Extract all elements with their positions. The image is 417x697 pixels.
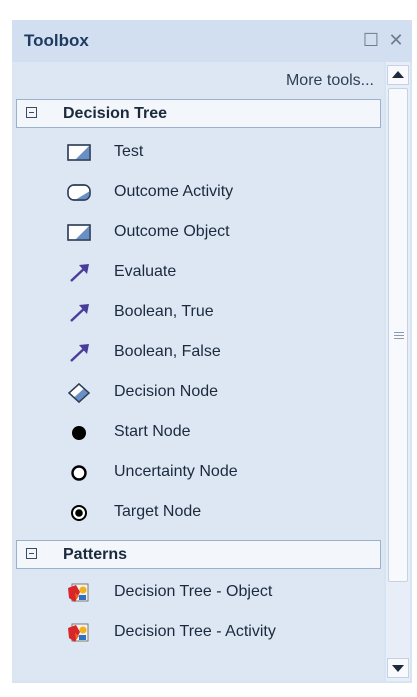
item-label: Start Node [114,423,191,440]
toolbox-item-decision-tree-activity[interactable]: Decision Tree - Activity [12,613,384,653]
panel-title: Toolbox [24,31,89,50]
arrow-icon [70,264,89,282]
toolbox-item-outcome-activity[interactable]: Outcome Activity [12,173,384,213]
group-label: Decision Tree [63,105,168,122]
item-label: Outcome Object [114,223,230,240]
scroll-down-arrow-icon[interactable] [387,658,409,678]
item-label: Evaluate [114,263,177,280]
scroll-up-arrow-icon[interactable] [387,65,409,85]
rounded-rectangle-icon [67,184,91,201]
item-label: Target Node [114,503,202,520]
pattern-icon [68,623,89,642]
toolbox-item-start-node[interactable]: Start Node [12,413,384,453]
toolbox-item-evaluate[interactable]: Evaluate [12,253,384,293]
toolbox-item-uncertainty-node[interactable]: Uncertainty Node [12,453,384,493]
item-label: Decision Tree - Activity [114,623,276,640]
group-label: Patterns [63,546,128,563]
vertical-scrollbar[interactable] [386,62,410,681]
toolbox-item-target-node[interactable]: Target Node [12,493,384,533]
arrow-icon [70,304,89,322]
pattern-icon [68,583,89,602]
rectangle-shaded-icon [67,144,91,161]
item-label: Outcome Activity [114,183,234,200]
toolbox-item-outcome-object[interactable]: Outcome Object [12,213,384,253]
scrollbar-thumb[interactable] [388,88,408,582]
item-label: Boolean, True [114,303,214,320]
arrow-icon [70,344,89,362]
group-header-decision-tree[interactable]: Decision Tree [16,99,381,128]
item-label: Uncertainty Node [114,463,238,480]
target-circle-icon [71,505,87,521]
toolbox-panel: Toolbox ☐ ✕ More tools... Decision Tree … [12,20,412,683]
toolbox-titlebar: Toolbox ☐ ✕ [12,20,412,62]
collapse-icon[interactable] [26,548,37,559]
toolbox-item-decision-node[interactable]: Decision Node [12,373,384,413]
toolbox-item-decision-tree-object[interactable]: Decision Tree - Object [12,573,384,613]
item-label: Decision Tree - Object [114,583,273,600]
restore-icon[interactable]: ☐ [360,28,382,52]
toolbox-item-boolean-false[interactable]: Boolean, False [12,333,384,373]
item-label: Decision Node [114,383,219,400]
item-label: Boolean, False [114,343,221,360]
grip-line [394,332,404,333]
filled-circle-icon [72,426,86,440]
more-tools-link[interactable]: More tools... [286,72,374,90]
collapse-icon[interactable] [26,107,37,118]
item-label: Test [114,143,144,160]
toolbox-content: More tools... Decision Tree Test Outcome… [12,62,384,681]
grip-line [394,335,404,336]
grip-line [394,338,404,339]
diamond-icon [67,383,91,403]
hollow-circle-icon [71,465,87,481]
group-header-patterns[interactable]: Patterns [16,540,381,569]
rectangle-shaded-icon [67,224,91,241]
close-icon[interactable]: ✕ [385,28,407,52]
toolbox-item-test[interactable]: Test [12,133,384,173]
toolbox-item-boolean-true[interactable]: Boolean, True [12,293,384,333]
